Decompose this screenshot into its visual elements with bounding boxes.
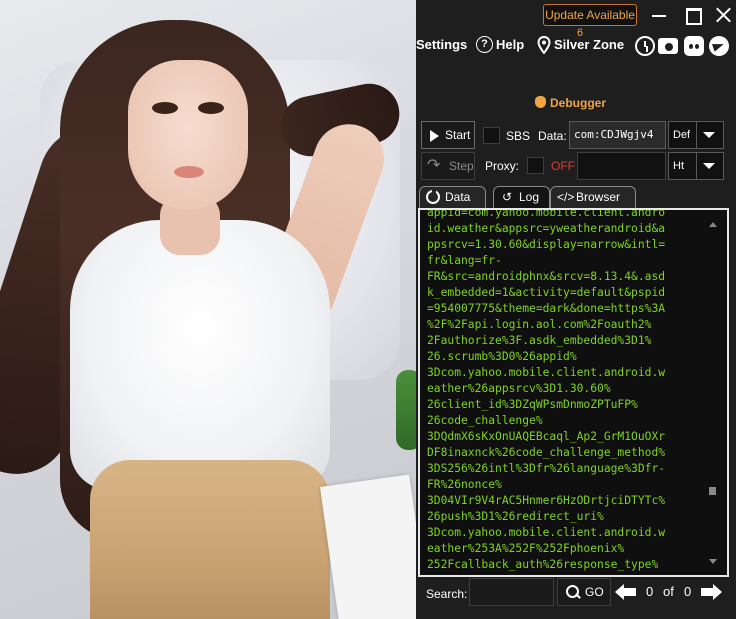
scroll-down-icon[interactable] — [709, 559, 717, 564]
log-line: 26push%3D1%26redirect_uri% — [427, 510, 604, 523]
tab-bar: Data ↺ Log </> Browser — [419, 186, 733, 208]
log-line: 3Dcom.yahoo.mobile.client.android.w — [427, 526, 666, 539]
match-total: 0 — [684, 584, 692, 599]
sbs-label: SBS — [506, 129, 531, 143]
tab-browser[interactable]: </> Browser — [550, 186, 636, 208]
code-icon: </> — [557, 190, 575, 204]
log-line: k_embedded=1&activity=default&pspid — [427, 286, 666, 299]
log-line: FR&src=androidphnx&srcv=8.13.4&.asd — [427, 270, 666, 283]
log-line: eather%26appsrcv%3D1.30.60% — [427, 382, 611, 395]
background-photo — [0, 0, 416, 619]
log-output[interactable]: appid=com.yahoo.mobile.client.andro id.we… — [418, 208, 729, 577]
proxy-label: Proxy: — [485, 159, 520, 173]
tab-label: Log — [519, 190, 540, 204]
telegram-icon[interactable] — [709, 36, 729, 56]
log-text: appid=com.yahoo.mobile.client.andro id.we… — [427, 208, 707, 573]
arrow-right-icon[interactable] — [700, 584, 722, 600]
plant — [396, 370, 416, 450]
log-line: fr&lang=fr- — [427, 254, 502, 267]
search-label: Search: — [426, 587, 468, 601]
scrollbar-thumb[interactable] — [709, 487, 716, 495]
proxy-input[interactable] — [577, 152, 666, 180]
log-line: 26.scrumb%3D0%26appid% — [427, 350, 577, 363]
chevron-down-icon — [703, 132, 715, 138]
eye-right — [198, 102, 224, 114]
proxy-checkbox[interactable] — [527, 157, 544, 174]
menu-bar: Settings ? Help Silver Zone — [416, 34, 736, 56]
help-menu[interactable]: Help — [496, 34, 524, 56]
debugger-label: Debugger — [550, 96, 607, 110]
step-button[interactable]: Step — [421, 152, 475, 180]
dropdown-divider — [696, 153, 697, 179]
log-line: 26code_challenge% — [427, 414, 543, 427]
lips — [174, 166, 204, 178]
log-line: ppsrcv=1.30.60&display=narrow&intl= — [427, 238, 666, 251]
scroll-up-icon[interactable] — [709, 222, 717, 227]
match-current: 0 — [646, 584, 654, 599]
sbs-checkbox[interactable] — [483, 127, 500, 144]
white-shirt — [70, 220, 330, 490]
history-icon: ↺ — [501, 190, 513, 204]
start-button[interactable]: Start — [421, 121, 475, 149]
log-line: 252Fcallback_auth%26response_type% — [427, 558, 659, 571]
data-label: Data: — [538, 129, 567, 143]
match-of-label: of — [663, 584, 674, 599]
log-line: 26client_id%3DZqWPsmDnmoZPTuFP% — [427, 398, 638, 411]
bug-icon — [535, 96, 546, 108]
tab-label: Browser — [576, 190, 621, 204]
log-line: id.weather&appsrc=yweatherandroid&a — [427, 222, 666, 235]
maximize-icon[interactable] — [683, 5, 703, 25]
arrow-left-icon[interactable] — [615, 584, 637, 600]
proxy-type-dropdown[interactable]: Ht — [668, 152, 724, 180]
chevron-down-icon — [703, 163, 715, 169]
close-icon[interactable] — [714, 5, 734, 25]
update-available-button[interactable]: Update Available — [543, 4, 637, 26]
log-line: 3Dcom.yahoo.mobile.client.android.w — [427, 366, 666, 379]
log-line: 3DQdmX6sKxOnUAQEBcaql_Ap2_GrM1OuOXr — [427, 430, 666, 443]
title-bar: Update Available 6 — [416, 0, 736, 39]
log-line: appid=com.yahoo.mobile.client.andro — [427, 208, 666, 219]
tab-data[interactable]: Data — [419, 186, 486, 208]
proxy-type-value: Ht — [673, 160, 684, 172]
go-button[interactable]: GO — [557, 578, 611, 606]
camera-icon[interactable] — [658, 38, 678, 54]
log-line: 3DS256%26intl%3Dfr%26language%3Dfr- — [427, 462, 666, 475]
log-line: eather%253A%252F%252Fphoenix% — [427, 542, 625, 555]
debugger-panel: Update Available 6 Settings ? Help Silve… — [416, 0, 736, 619]
data-mode-value: Def — [673, 129, 691, 141]
tab-log[interactable]: ↺ Log — [493, 186, 550, 208]
face — [128, 60, 248, 210]
log-line: =954007775&theme=dark&done=https%3A — [427, 302, 666, 315]
log-line: DF8inaxnck%26code_challenge_method% — [427, 446, 666, 459]
proxy-status: OFF — [551, 159, 575, 173]
settings-menu[interactable]: Settings — [416, 34, 467, 56]
data-mode-dropdown[interactable]: Def — [668, 121, 724, 149]
refresh-icon — [426, 189, 440, 204]
location-pin-icon — [537, 36, 551, 54]
history-icon[interactable] — [635, 36, 655, 56]
skirt — [90, 460, 330, 619]
paper-document — [319, 474, 416, 619]
search-bar: Search: GO 0 of 0 — [416, 578, 736, 608]
data-input[interactable]: com:CDJWgjv4 — [569, 121, 666, 149]
minimize-icon[interactable] — [649, 5, 669, 25]
log-line: 2Fauthorize%3F.asdk_embedded%3D1% — [427, 334, 652, 347]
log-line: %2F%2Fapi.login.aol.com%2Foauth2% — [427, 318, 652, 331]
log-line: 3D04VIr9V4rAC5Hnmer6HzODrtjciDTYTc% — [427, 494, 666, 507]
discord-icon[interactable] — [684, 36, 704, 56]
log-line: FR%26nonce% — [427, 478, 502, 491]
help-icon[interactable]: ? — [476, 36, 493, 53]
dropdown-divider — [696, 122, 697, 148]
tab-label: Data — [445, 190, 471, 204]
eye-left — [152, 102, 178, 114]
debugger-title: Debugger — [535, 94, 606, 112]
zone-selector[interactable]: Silver Zone — [554, 34, 624, 56]
search-input[interactable] — [469, 578, 554, 606]
